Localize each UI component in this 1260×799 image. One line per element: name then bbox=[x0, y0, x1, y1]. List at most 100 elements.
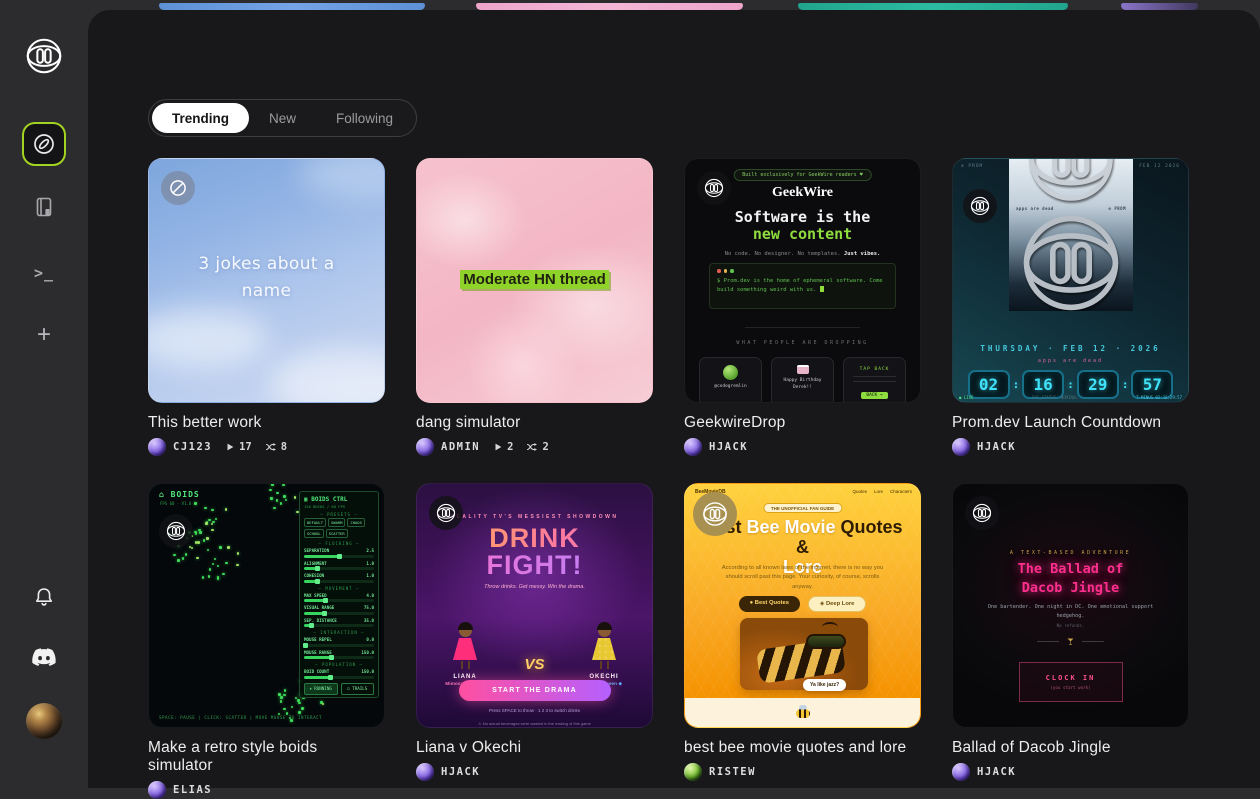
author-avatar[interactable] bbox=[684, 763, 702, 781]
ballad-subline: One bartender. One night in DC. One emot… bbox=[983, 603, 1158, 622]
boid-dot bbox=[283, 694, 286, 697]
project-thumbnail[interactable]: Built exclusively for GeekWire readers ♥… bbox=[684, 158, 921, 403]
project-card: ⊕ PROMFEB 12 2026 apps are dead ⊕ PROM T… bbox=[952, 158, 1189, 456]
sidebar-item-explore[interactable] bbox=[22, 122, 66, 166]
sidebar-item-discord[interactable] bbox=[31, 648, 57, 668]
window-dots bbox=[717, 269, 888, 273]
fight-title-2: FIGHT! bbox=[417, 550, 652, 581]
boid-dot bbox=[270, 497, 273, 500]
author-avatar[interactable] bbox=[952, 438, 970, 456]
author-avatar[interactable] bbox=[148, 438, 166, 456]
boid-dot bbox=[211, 523, 214, 526]
boid-dot bbox=[211, 509, 214, 512]
author-name[interactable]: HJACK bbox=[977, 441, 1016, 453]
countdown-tagline: apps are dead bbox=[953, 358, 1188, 364]
author-name[interactable]: CJ123 bbox=[173, 441, 212, 453]
fight-arena: LIANA Mimosa Queen ❀ OKECHI Drama Queen … bbox=[437, 597, 632, 687]
boid-dot bbox=[196, 557, 199, 560]
vs-label: VS bbox=[417, 656, 652, 673]
author-avatar[interactable] bbox=[416, 438, 434, 456]
countdown-date: THURSDAY · FEB 12 · 2026 bbox=[953, 344, 1188, 353]
remix-count: 8 bbox=[265, 441, 287, 453]
project-thumbnail[interactable]: ⌂ BOIDS FPS 60 · V1.0 ▣ BOIDS CTRL 150 B… bbox=[148, 483, 385, 728]
geekwire-badge: Built exclusively for GeekWire readers ♥ bbox=[733, 169, 871, 181]
thumbnail-caption: 3 jokes about a name bbox=[149, 251, 384, 304]
speech-bubble: Ya like jazz? bbox=[803, 679, 846, 691]
project-title[interactable]: Liana v Okechi bbox=[416, 739, 653, 757]
boid-dot bbox=[182, 557, 185, 560]
author-name[interactable]: HJACK bbox=[709, 441, 748, 453]
boid-dot bbox=[195, 541, 198, 544]
boid-dot bbox=[194, 531, 197, 534]
boid-dot bbox=[203, 539, 206, 542]
project-title[interactable]: best bee movie quotes and lore bbox=[684, 739, 921, 757]
boid-dot bbox=[283, 495, 286, 498]
boid-dot bbox=[222, 573, 225, 576]
project-title[interactable]: Make a retro style boids simulator bbox=[148, 739, 385, 775]
remix-slash-icon bbox=[168, 178, 188, 198]
play-icon bbox=[493, 442, 503, 452]
sidebar-item-terminal[interactable]: >_ bbox=[34, 264, 54, 282]
project-grid: 3 jokes about a name This better work CJ… bbox=[148, 158, 1189, 799]
project-title[interactable]: GeekwireDrop bbox=[684, 414, 921, 432]
sidebar-item-notes[interactable] bbox=[32, 195, 56, 219]
terminal-icon: >_ bbox=[34, 264, 54, 282]
cursor-block bbox=[820, 286, 824, 292]
project-thumbnail[interactable]: A TEXT-BASED ADVENTURE The Ballad of Dac… bbox=[952, 483, 1189, 728]
project-title[interactable]: Prom.dev Launch Countdown bbox=[952, 414, 1189, 432]
globe-watermark-icon bbox=[697, 171, 731, 205]
boid-dot bbox=[197, 541, 200, 544]
geekwire-subline: No code. No designer. No templates. Just… bbox=[685, 251, 920, 257]
author-avatar[interactable] bbox=[148, 781, 166, 799]
globe-watermark-icon bbox=[963, 189, 997, 223]
project-thumbnail[interactable]: 3 jokes about a name bbox=[148, 158, 385, 403]
author-name[interactable]: RISTEW bbox=[709, 766, 756, 778]
project-title[interactable]: dang simulator bbox=[416, 414, 653, 432]
clock-in-button: CLOCK IN (you start work) bbox=[1019, 662, 1123, 702]
boid-dot bbox=[177, 559, 180, 562]
project-title[interactable]: This better work bbox=[148, 414, 385, 432]
boid-dot bbox=[194, 502, 197, 505]
author-name[interactable]: ADMIN bbox=[441, 441, 480, 453]
author-name[interactable]: HJACK bbox=[977, 766, 1016, 778]
project-thumbnail[interactable]: BeeMovieDB Quotes Lore Characters THE UN… bbox=[684, 483, 921, 728]
project-card: ⌂ BOIDS FPS 60 · V1.0 ▣ BOIDS CTRL 150 B… bbox=[148, 483, 385, 799]
tab-trending[interactable]: Trending bbox=[152, 103, 249, 133]
scrolled-card-edge-purple bbox=[1121, 3, 1198, 10]
sidebar-item-create[interactable]: + bbox=[37, 321, 51, 349]
boid-dot bbox=[208, 575, 211, 578]
globe-watermark-icon bbox=[965, 496, 999, 530]
author-name[interactable]: HJACK bbox=[441, 766, 480, 778]
barry-image bbox=[740, 618, 868, 690]
sidebar-item-notifications[interactable] bbox=[32, 585, 56, 609]
tab-new[interactable]: New bbox=[249, 103, 316, 133]
project-thumbnail[interactable]: Moderate HN thread bbox=[416, 158, 653, 403]
chrome-globe-icon bbox=[1025, 159, 1117, 209]
mini-card: Happy Birthday Derek!! bbox=[771, 357, 834, 403]
project-card: Built exclusively for GeekWire readers ♥… bbox=[684, 158, 921, 456]
boid-dot bbox=[276, 492, 279, 495]
sidebar: >_ + bbox=[0, 0, 88, 788]
terminal-window: $ Prom.dev is the home of ephemeral soft… bbox=[709, 263, 896, 309]
project-thumbnail[interactable]: REALITY TV'S MESSIEST SHOWDOWN DRINK FIG… bbox=[416, 483, 653, 728]
user-avatar[interactable] bbox=[26, 703, 62, 739]
boid-dot bbox=[199, 531, 202, 534]
boid-dot bbox=[207, 549, 210, 552]
boid-dot bbox=[282, 484, 285, 487]
author-avatar[interactable] bbox=[684, 438, 702, 456]
boid-dot bbox=[212, 563, 215, 566]
author-avatar[interactable] bbox=[952, 763, 970, 781]
boid-dot bbox=[285, 499, 288, 502]
mini-card: @codegremlin bbox=[699, 357, 762, 403]
ballad-note: No refunds. bbox=[953, 623, 1188, 628]
author-avatar[interactable] bbox=[416, 763, 434, 781]
project-title[interactable]: Ballad of Dacob Jingle bbox=[952, 739, 1189, 757]
bee-icon bbox=[796, 709, 810, 718]
author-name[interactable]: ELIAS bbox=[173, 784, 212, 796]
boid-dot bbox=[209, 568, 212, 571]
boid-dot bbox=[206, 537, 209, 540]
app-logo-globe-icon[interactable] bbox=[25, 37, 63, 75]
project-thumbnail[interactable]: ⊕ PROMFEB 12 2026 apps are dead ⊕ PROM T… bbox=[952, 158, 1189, 403]
tab-following[interactable]: Following bbox=[316, 103, 413, 133]
boid-dot bbox=[236, 564, 239, 567]
